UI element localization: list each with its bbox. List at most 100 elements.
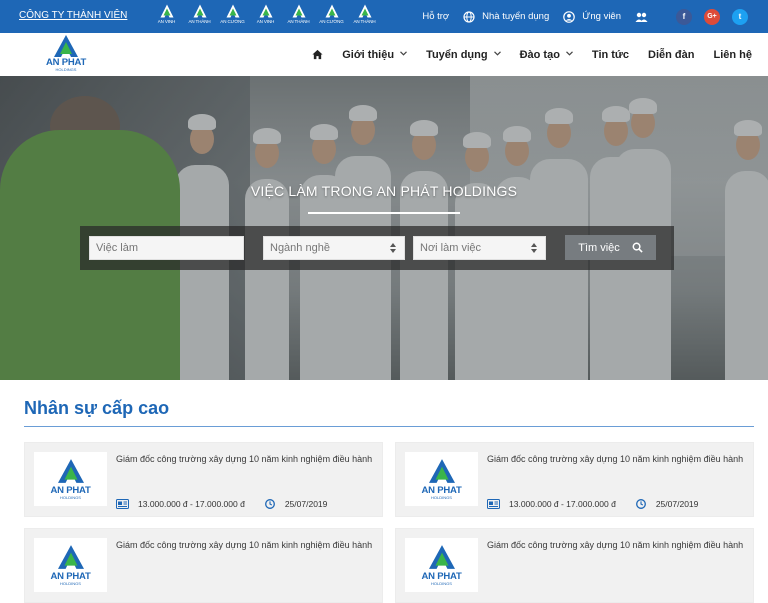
chevron-down-icon xyxy=(400,51,407,58)
an-phat-mark-icon xyxy=(358,4,371,18)
an-phat-mark-icon xyxy=(226,4,239,18)
nav-item[interactable]: Liên hệ xyxy=(713,49,752,61)
job-title-link[interactable]: Giám đốc công trường xây dựng 10 năm kin… xyxy=(116,539,374,553)
support-link[interactable]: Hỗ trợ xyxy=(422,11,449,22)
job-title-link[interactable]: Giám đốc công trường xây dựng 10 năm kin… xyxy=(116,453,374,467)
company-name: AN PHAT xyxy=(50,485,91,496)
an-phat-logo-icon xyxy=(54,35,78,57)
location-select[interactable]: Nơi làm việc xyxy=(413,236,546,260)
job-card[interactable]: AN PHAT HOLDINGS Giám đốc công trường xây … xyxy=(24,442,383,517)
job-card[interactable]: AN PHAT HOLDINGS Giám đốc công trường xây … xyxy=(395,442,754,517)
search-jobs-label: Tìm việc xyxy=(578,241,620,254)
facebook-icon[interactable]: f xyxy=(676,8,692,25)
industry-select[interactable]: Ngành nghề xyxy=(263,236,405,260)
company-sub: HOLDINGS xyxy=(60,581,81,586)
an-phat-logo-icon xyxy=(428,459,455,483)
main-navbar: AN PHAT HOLDINGS Giới thiệu Tuyển dụng Đào… xyxy=(0,33,768,76)
member-logo[interactable]: AN THÀNH xyxy=(350,3,379,29)
company-logo[interactable]: AN PHAT HOLDINGS xyxy=(34,538,107,592)
member-companies-link[interactable]: CÔNG TY THÀNH VIÊN xyxy=(19,10,127,21)
member-logo[interactable]: AN THÀNH xyxy=(185,3,214,29)
section-title: Nhân sự cấp cao xyxy=(24,398,170,418)
keyword-input[interactable] xyxy=(89,236,244,260)
an-phat-mark-icon xyxy=(160,4,173,18)
nav-item[interactable]: Diễn đàn xyxy=(648,49,694,61)
company-logo[interactable]: AN PHAT HOLDINGS xyxy=(405,538,478,592)
member-logo[interactable]: AN VINH xyxy=(152,3,181,29)
job-search-form: Ngành nghề Nơi làm việc Tìm việc xyxy=(80,226,674,270)
nav-home[interactable] xyxy=(312,49,323,60)
search-icon xyxy=(632,242,643,253)
job-meta: 13.000.000 đ - 17.000.000 đ 25/07/2019 xyxy=(116,498,374,510)
home-icon xyxy=(312,49,323,60)
twitter-icon[interactable]: t xyxy=(732,8,748,25)
nav-item[interactable]: Tuyển dụng xyxy=(426,49,501,61)
nav-item-label: Diễn đàn xyxy=(648,48,695,61)
google-plus-icon[interactable]: G+ xyxy=(704,8,720,25)
company-name: AN PHAT xyxy=(421,571,462,582)
clock-icon xyxy=(264,499,275,509)
nav-item[interactable]: Tin tức xyxy=(592,49,629,61)
candidate-label: Ứng viên xyxy=(582,11,621,22)
select-arrows-icon xyxy=(390,243,396,253)
user-circle-icon xyxy=(563,10,576,23)
brand-name: AN PHAT xyxy=(45,57,87,68)
salary-card-icon xyxy=(116,499,129,509)
recruiter-link[interactable]: Nhà tuyển dụng xyxy=(463,10,550,23)
company-sub: HOLDINGS xyxy=(431,495,452,500)
nav-item-label: Tin tức xyxy=(591,48,630,61)
member-logo[interactable]: AN CƯỜNG xyxy=(317,3,346,29)
job-card[interactable]: AN PHAT HOLDINGS Giám đốc công trường xây … xyxy=(24,528,383,603)
users-icon[interactable] xyxy=(635,11,648,23)
select-arrows-icon xyxy=(531,243,537,253)
recruiter-label: Nhà tuyển dụng xyxy=(482,11,550,22)
an-phat-mark-icon xyxy=(259,4,272,18)
job-date: 25/07/2019 xyxy=(655,499,699,509)
company-sub: HOLDINGS xyxy=(60,495,81,500)
member-logo-label: AN THÀNH xyxy=(353,19,376,24)
nav-item-label: Liên hệ xyxy=(713,48,752,61)
section-divider xyxy=(24,426,754,427)
brand-logo[interactable]: AN PHAT HOLDINGS xyxy=(38,34,94,74)
member-logo[interactable]: AN THÀNH xyxy=(284,3,313,29)
chevron-down-icon xyxy=(565,51,573,58)
an-phat-mark-icon xyxy=(325,4,338,18)
member-logo-label: AN VINH xyxy=(256,19,275,24)
job-title-link[interactable]: Giám đốc công trường xây dựng 10 năm kin… xyxy=(487,453,745,467)
location-select-label: Nơi làm việc xyxy=(420,242,481,254)
clock-icon xyxy=(635,499,646,509)
job-meta: 13.000.000 đ - 17.000.000 đ 25/07/2019 xyxy=(487,498,745,510)
nav-item[interactable]: Giới thiệu xyxy=(342,49,407,61)
nav-item[interactable]: Đào tạo xyxy=(520,49,573,61)
nav-item-label: Giới thiệu xyxy=(342,48,395,61)
nav-menu: Giới thiệu Tuyển dụng Đào tạo Tin tức Diễn đ… xyxy=(293,33,752,76)
member-logo[interactable]: AN CƯỜNG xyxy=(218,3,247,29)
company-sub: HOLDINGS xyxy=(431,581,452,586)
member-logo-label: AN THÀNH xyxy=(287,19,310,24)
hero-banner: VIỆC LÀM TRONG AN PHÁT HOLDINGS Ngành ng… xyxy=(0,76,768,380)
job-card[interactable]: AN PHAT HOLDINGS Giám đốc công trường xây … xyxy=(395,528,754,603)
candidate-link[interactable]: Ứng viên xyxy=(563,10,621,23)
an-phat-logo-icon xyxy=(57,459,84,483)
member-logo-label: AN THÀNH xyxy=(188,19,211,24)
nav-item-label: Đào tạo xyxy=(519,48,560,61)
hero-title: VIỆC LÀM TRONG AN PHÁT HOLDINGS xyxy=(250,183,518,199)
salary-card-icon xyxy=(487,499,500,509)
company-name: AN PHAT xyxy=(421,485,462,496)
nav-item-label: Tuyển dụng xyxy=(426,48,488,61)
globe-icon xyxy=(463,10,475,23)
job-title-link[interactable]: Giám đốc công trường xây dựng 10 năm kin… xyxy=(487,539,745,553)
member-logo[interactable]: AN VINH xyxy=(251,3,280,29)
chevron-down-icon xyxy=(493,51,501,58)
top-links: Hỗ trợ Nhà tuyển dụng Ứng viên f G+ t xyxy=(422,0,768,33)
job-salary: 13.000.000 đ - 17.000.000 đ xyxy=(138,499,245,509)
company-logo[interactable]: AN PHAT HOLDINGS xyxy=(405,452,478,506)
member-logos: AN VINH AN THÀNH AN CƯỜNG AN VINH AN THÀNH AN… xyxy=(152,3,379,29)
member-logo-label: AN CƯỜNG xyxy=(319,19,344,24)
member-logo-label: AN VINH xyxy=(157,19,176,24)
top-bar: CÔNG TY THÀNH VIÊN AN VINH AN THÀNH AN CƯỜ… xyxy=(0,0,768,33)
industry-select-label: Ngành nghề xyxy=(270,242,330,254)
job-salary: 13.000.000 đ - 17.000.000 đ xyxy=(509,499,616,509)
company-logo[interactable]: AN PHAT HOLDINGS xyxy=(34,452,107,506)
search-jobs-button[interactable]: Tìm việc xyxy=(565,235,656,260)
